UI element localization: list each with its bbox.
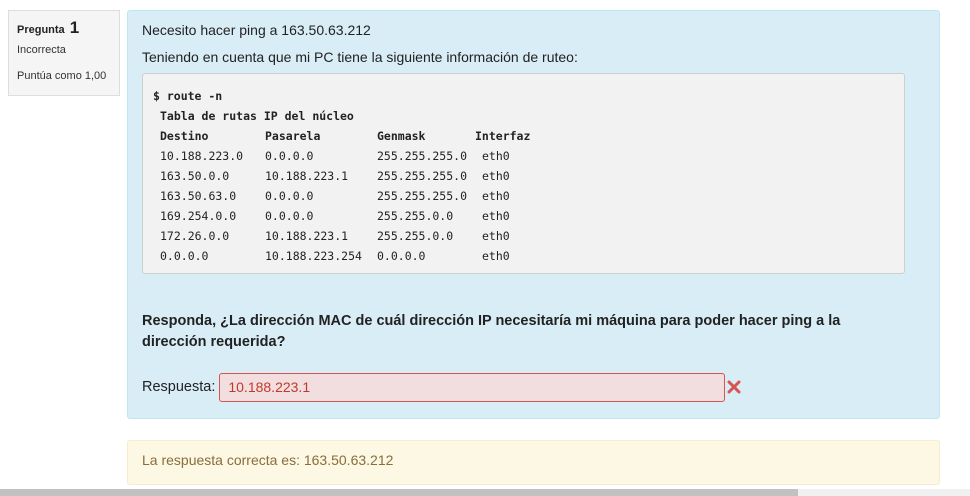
column-header-genmask: Genmask [377,129,426,143]
feedback-panel: La respuesta correcta es: 163.50.63.212 [127,440,940,485]
cell-pasarela: 10.188.223.254 [265,249,362,263]
question-number: Pregunta 1 [17,18,111,38]
cell-pasarela: 0.0.0.0 [265,209,314,223]
question-state: Incorrecta [17,44,66,56]
correct-answer-text: La respuesta correcta es: 163.50.63.212 [142,452,394,468]
route-output-block: $ route -n Tabla de rutas IP del núcleo … [142,73,905,274]
vertical-scrollbar[interactable] [962,0,970,489]
answer-label: Respuesta: [142,379,216,395]
column-header-pasarela: Pasarela [265,129,321,143]
cell-pasarela: 10.188.223.1 [265,229,349,243]
table-row: 10.188.223.0 0.0.0.0 255.255.255.0 eth0 [160,146,542,166]
table-row: 163.50.0.0 10.188.223.1 255.255.255.0 et… [160,166,542,186]
cell-destino: 163.50.0.0 [160,169,230,183]
answer-row: Respuesta: [142,372,741,402]
route-table-header: Destino Pasarela Genmask Interfaz [160,126,542,146]
horizontal-scrollbar[interactable] [0,489,970,496]
cell-genmask: 0.0.0.0 [377,249,426,263]
cell-pasarela: 0.0.0.0 [265,149,314,163]
cell-destino: 169.254.0.0 [160,209,237,223]
cell-pasarela: 10.188.223.1 [265,169,349,183]
cell-interfaz: eth0 [482,229,510,243]
cell-interfaz: eth0 [482,149,510,163]
question-formulation: Necesito hacer ping a 163.50.63.212 Teni… [127,10,940,419]
table-row: 172.26.0.0 10.188.223.1 255.255.0.0 eth0 [160,226,542,246]
cell-pasarela: 0.0.0.0 [265,189,314,203]
column-header-interfaz: Interfaz [475,129,531,143]
table-row: 163.50.63.0 0.0.0.0 255.255.255.0 eth0 [160,186,542,206]
route-table: Destino Pasarela Genmask Interfaz 10.188… [160,126,542,266]
cell-destino: 163.50.63.0 [160,189,237,203]
cell-genmask: 255.255.255.0 [377,169,468,183]
quiz-page: Pregunta 1 Incorrecta Puntúa como 1,00 N… [0,0,970,496]
horizontal-scrollbar-thumb[interactable] [0,489,798,496]
question-prompt: Responda, ¿La dirección MAC de cuál dire… [142,313,841,350]
question-text-line1: Necesito hacer ping a 163.50.63.212 [142,22,371,38]
cell-destino: 0.0.0.0 [160,249,209,263]
cell-genmask: 255.255.0.0 [377,209,454,223]
cell-genmask: 255.255.0.0 [377,229,454,243]
cell-interfaz: eth0 [482,169,510,183]
close-icon [727,380,741,394]
question-text-line2: Teniendo en cuenta que mi PC tiene la si… [142,49,578,65]
cell-interfaz: eth0 [482,249,510,263]
route-table-title: Tabla de rutas IP del núcleo [160,109,354,123]
cell-destino: 10.188.223.0 [160,149,244,163]
question-grade: Puntúa como 1,00 [17,70,107,82]
route-command: $ route -n [153,89,223,103]
column-header-destino: Destino [160,129,209,143]
answer-input[interactable] [219,372,726,402]
cell-interfaz: eth0 [482,189,510,203]
question-label: Pregunta [17,24,65,36]
cell-destino: 172.26.0.0 [160,229,230,243]
cell-genmask: 255.255.255.0 [377,149,468,163]
cell-genmask: 255.255.255.0 [377,189,468,203]
question-info-panel: Pregunta 1 Incorrecta Puntúa como 1,00 [8,10,120,96]
table-row: 169.254.0.0 0.0.0.0 255.255.0.0 eth0 [160,206,542,226]
question-number-value: 1 [69,18,80,37]
table-row: 0.0.0.0 10.188.223.254 0.0.0.0 eth0 [160,246,542,266]
cell-interfaz: eth0 [482,209,510,223]
